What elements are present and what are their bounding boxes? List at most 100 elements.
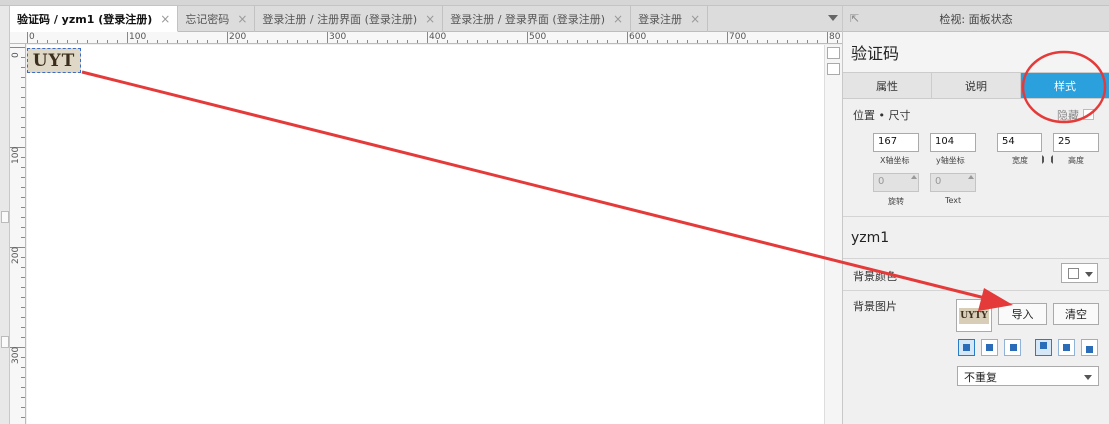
align-right-button[interactable] [1004, 339, 1021, 356]
horizontal-ruler: 0 100 200 300 400 500 600 700 80 [10, 32, 842, 44]
ruler-label: 600 [629, 32, 647, 42]
close-icon[interactable]: × [425, 12, 435, 26]
tab-label: 说明 [965, 79, 987, 93]
collapse-panel-icon[interactable]: ⇱ [850, 12, 859, 25]
ruler-label: 200 [11, 246, 21, 264]
y-label: y轴坐标 [936, 156, 965, 165]
close-icon[interactable]: × [613, 12, 623, 26]
panel-title: 检视: 面板状态 [939, 12, 1013, 26]
clear-button[interactable]: 清空 [1053, 303, 1099, 325]
position-size-section: 位置 • 尺寸 隐藏 167 104 54 25 X轴坐标 y轴坐标 宽度 高度… [843, 99, 1109, 217]
import-label: 导入 [1011, 308, 1034, 321]
tab-label: 属性 [876, 79, 898, 93]
tab-label: 验证码 / yzm1 (登录注册) [17, 12, 153, 26]
ruler-label: 300 [11, 346, 21, 364]
tab-label: 登录注册 / 登录界面 (登录注册) [450, 13, 605, 26]
text-rotation-input: 0 [930, 173, 976, 192]
close-icon[interactable]: × [160, 12, 170, 26]
align-top-button[interactable] [1035, 339, 1052, 356]
captcha-text: UYT [32, 50, 76, 71]
tab-notes[interactable]: 说明 [932, 73, 1021, 98]
close-icon[interactable]: × [237, 12, 247, 26]
height-value: 25 [1058, 136, 1071, 147]
scroll-thumb[interactable] [827, 63, 840, 75]
align-left-icon [963, 344, 970, 351]
ruler-label: 100 [11, 146, 21, 164]
state-name-text: yzm1 [851, 229, 890, 246]
rotation-input: 0 [873, 173, 919, 192]
tab-register-page[interactable]: 登录注册 / 注册界面 (登录注册) × [255, 6, 444, 32]
ruler-label: 700 [729, 32, 747, 42]
background-image-thumbnail: UYTY [956, 299, 992, 332]
inspector-tabs: 属性 说明 样式 [843, 72, 1109, 99]
inspector-panel: ⇱ 检视: 面板状态 验证码 属性 说明 样式 位置 • 尺寸 隐藏 167 1… [842, 6, 1109, 424]
tab-overflow-dropdown-icon[interactable] [828, 15, 838, 21]
align-middle-icon [1063, 344, 1070, 351]
widget-name-field[interactable]: 验证码 [843, 32, 1109, 72]
ruler-label: 500 [529, 32, 547, 42]
tab-label: 样式 [1054, 79, 1076, 93]
align-center-button[interactable] [981, 339, 998, 356]
align-bottom-button[interactable] [1081, 339, 1098, 356]
tab-forgot-password[interactable]: 忘记密码 × [178, 6, 256, 32]
width-label: 宽度 [1012, 156, 1028, 165]
ruler-label: 80 [829, 32, 841, 42]
y-coordinate-input[interactable]: 104 [930, 133, 976, 152]
panel-header: ⇱ 检视: 面板状态 [843, 6, 1109, 32]
spin-up-icon [911, 175, 917, 179]
align-middle-button[interactable] [1058, 339, 1075, 356]
background-image-section: 背景图片 UYTY 导入 清空 不重复 [843, 291, 1109, 411]
import-button[interactable]: 导入 [998, 303, 1047, 325]
height-label: 高度 [1068, 156, 1084, 165]
design-canvas[interactable]: UYT [27, 45, 824, 424]
rotate-label: 旋转 [888, 197, 904, 206]
left-edge-handle[interactable] [1, 336, 9, 348]
lock-aspect-ratio-icon[interactable] [1042, 155, 1053, 164]
bg-image-label: 背景图片 [853, 300, 897, 313]
rotate-value: 0 [878, 176, 885, 187]
tab-label: 登录注册 / 注册界面 (登录注册) [262, 13, 418, 26]
vertical-ruler: 0 100 200 300 [10, 44, 26, 424]
align-center-icon [986, 344, 993, 351]
left-edge-handle[interactable] [1, 211, 9, 223]
ruler-label: 300 [329, 32, 347, 42]
x-label: X轴坐标 [880, 156, 910, 165]
canvas-vertical-scrollbar[interactable] [824, 45, 842, 424]
align-top-icon [1040, 342, 1047, 349]
clear-label: 清空 [1065, 308, 1087, 321]
text-rotate-value: 0 [935, 176, 942, 187]
document-tab-bar: 验证码 / yzm1 (登录注册) × 忘记密码 × 登录注册 / 注册界面 (… [10, 6, 842, 32]
ruler-ticks [10, 47, 25, 418]
widget-name: 验证码 [851, 44, 900, 63]
align-left-button[interactable] [958, 339, 975, 356]
width-value: 54 [1002, 136, 1015, 147]
tab-login-page[interactable]: 登录注册 / 登录界面 (登录注册) × [443, 6, 632, 32]
ruler-label: 0 [11, 52, 21, 58]
captcha-image-widget[interactable]: UYT [27, 48, 81, 73]
thumbnail-preview: UYTY [959, 307, 989, 324]
x-value: 167 [878, 136, 898, 147]
close-icon[interactable]: × [690, 12, 700, 26]
repeat-select[interactable]: 不重复 [957, 366, 1099, 386]
align-right-icon [1010, 344, 1017, 351]
tab-captcha-yzm1[interactable]: 验证码 / yzm1 (登录注册) × [10, 6, 179, 32]
tab-style[interactable]: 样式 [1021, 73, 1109, 98]
tab-login-register[interactable]: 登录注册 × [631, 6, 709, 32]
width-input[interactable]: 54 [997, 133, 1042, 152]
tab-label: 忘记密码 [185, 13, 230, 26]
scroll-up-button[interactable] [827, 47, 840, 59]
hidden-checkbox[interactable] [1083, 109, 1094, 120]
align-bottom-icon [1086, 346, 1093, 353]
bg-color-label: 背景颜色 [853, 270, 897, 283]
thumbnail-text: UYTY [960, 310, 988, 321]
height-input[interactable]: 25 [1053, 133, 1099, 152]
background-color-section: 背景颜色 [843, 259, 1109, 291]
fill-color-picker[interactable] [1061, 263, 1098, 283]
spin-up-icon [968, 175, 974, 179]
ruler-label: 100 [129, 32, 147, 42]
y-value: 104 [935, 136, 955, 147]
tab-properties[interactable]: 属性 [843, 73, 932, 98]
ruler-label: 400 [429, 32, 447, 42]
repeat-value: 不重复 [964, 371, 997, 384]
x-coordinate-input[interactable]: 167 [873, 133, 919, 152]
